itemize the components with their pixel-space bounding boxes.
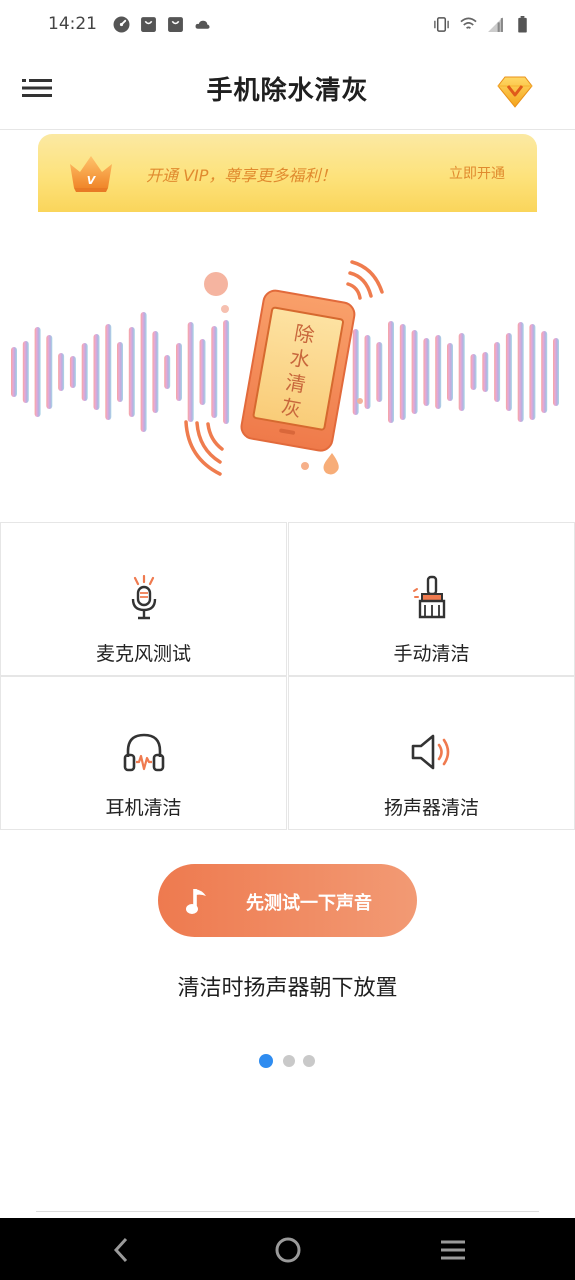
status-left: 14:21 (48, 14, 211, 34)
wave-bar (376, 342, 383, 402)
wave-bar (128, 327, 135, 417)
phone-screen-char: 除 (292, 321, 316, 348)
cellular-signal-icon (488, 16, 503, 32)
feature-grid: 麦克风测试 手动清洁 耳机清洁 扬声器清洁 (0, 522, 575, 830)
shopping-bag-icon (141, 16, 156, 32)
battery-icon (518, 15, 527, 33)
speaker-icon (411, 734, 449, 770)
wave-bar (364, 335, 371, 409)
wave-bar (541, 331, 548, 413)
wave-bar (482, 352, 489, 392)
app-header: 手机除水清灰 (0, 48, 575, 130)
feature-microphone-test[interactable]: 麦克风测试 (0, 522, 287, 676)
wave-bar (117, 342, 123, 402)
feature-speaker-clean[interactable]: 扬声器清洁 (288, 676, 575, 830)
wave-bar (93, 334, 100, 410)
wave-bar (553, 338, 559, 406)
wave-bar (34, 327, 41, 417)
page-title: 手机除水清灰 (206, 76, 369, 106)
wave-bar (11, 347, 17, 397)
crown-icon: V (70, 156, 112, 192)
bottom-divider (36, 1211, 539, 1212)
feature-label: 手动清洁 (393, 643, 470, 665)
phone-screen-char: 清 (284, 370, 308, 397)
status-bar: 14:21 (0, 0, 575, 48)
phone-screen-char: 水 (288, 345, 312, 372)
wave-bar (22, 341, 29, 403)
wave-bar (199, 339, 206, 405)
feature-label: 扬声器清洁 (383, 797, 479, 819)
status-right (433, 15, 531, 33)
page-dot (303, 1055, 315, 1067)
wave-bar (458, 333, 465, 411)
wave-bar (399, 324, 406, 420)
wave-bar (140, 312, 147, 432)
wave-bar (187, 322, 194, 422)
wave-bar (470, 354, 477, 390)
wave-bar (435, 335, 442, 409)
wave-bar (69, 356, 76, 388)
vip-open-link[interactable]: 立即开通 (449, 163, 505, 183)
vip-promo-text: 开通 VIP，尊享更多福利！ (146, 166, 337, 185)
instruction-text: 清洁时扬声器朝下放置 (177, 976, 398, 1001)
music-note-icon (186, 889, 206, 914)
bubble (357, 398, 363, 404)
back-icon[interactable] (108, 1236, 136, 1264)
diamond-icon[interactable] (497, 74, 533, 108)
test-sound-button[interactable]: 先测试一下声音 (158, 864, 417, 937)
wave-bar (529, 324, 536, 420)
wave-bar (517, 322, 524, 422)
wave-bar (411, 330, 418, 414)
wave-bar (447, 343, 453, 401)
vibrate-icon (434, 16, 449, 32)
wave-bar (152, 331, 159, 413)
system-nav-bar (0, 1218, 575, 1280)
phone-screen-char: 灰 (279, 394, 303, 421)
wave-bar (176, 343, 182, 401)
status-time: 14:21 (48, 14, 97, 34)
wave-bar (211, 326, 218, 418)
page-dot (283, 1055, 295, 1067)
wifi-icon (460, 17, 477, 29)
shopping-bag-icon (168, 16, 183, 32)
feature-manual-clean[interactable]: 手动清洁 (288, 522, 575, 676)
wave-bar (388, 321, 394, 423)
speed-gauge-icon (113, 16, 130, 32)
wave-bar (505, 333, 512, 411)
feature-label: 耳机清洁 (105, 797, 182, 819)
hero-illustration: 除 水 清 灰 (11, 260, 559, 476)
bubble (221, 305, 229, 313)
page-indicator (259, 1054, 319, 1068)
test-sound-label: 先测试一下声音 (246, 893, 372, 914)
wave-bar (58, 353, 65, 391)
crown-letter: V (87, 174, 97, 187)
feature-label: 麦克风测试 (95, 643, 191, 665)
wave-bar (494, 342, 501, 402)
wave-bar (423, 338, 430, 406)
wave-bar (164, 355, 171, 389)
recents-icon[interactable] (439, 1236, 467, 1264)
microphone-icon (131, 575, 156, 620)
wave-bar (105, 324, 112, 420)
home-icon[interactable] (274, 1236, 302, 1264)
wave-bar (46, 335, 53, 409)
cloud-icon (195, 20, 210, 29)
vip-banner[interactable]: V 开通 VIP，尊享更多福利！ 立即开通 (38, 134, 537, 212)
page-dot-active (259, 1054, 273, 1068)
feature-headphone-clean[interactable]: 耳机清洁 (0, 676, 287, 830)
brush-icon (412, 575, 445, 619)
wave-bar (223, 320, 230, 424)
phone-illustration: 除 水 清 灰 (240, 289, 356, 452)
water-drop (323, 453, 339, 475)
headphones-icon (123, 733, 164, 772)
wave-bar (81, 343, 88, 401)
bubble (204, 272, 228, 296)
bubble (301, 462, 309, 470)
